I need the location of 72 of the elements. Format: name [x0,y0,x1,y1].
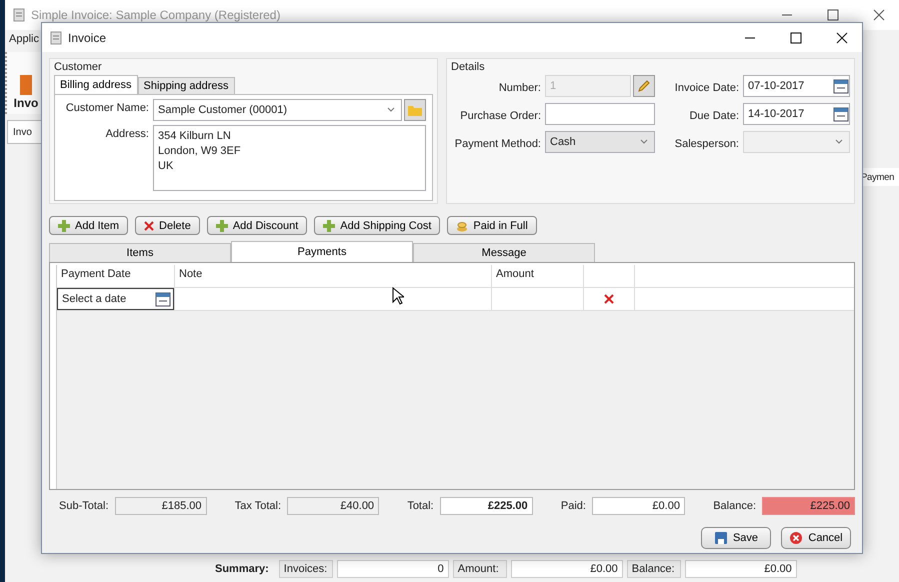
toolbar-button[interactable]: Delete [135,216,200,235]
dropdown[interactable]: Cash [545,131,655,153]
toolbar-button[interactable]: Paid in Full [447,216,537,235]
menu-item[interactable]: Applic [7,33,41,45]
text-field[interactable] [545,103,655,125]
chevron-down-icon [640,139,648,145]
address-tab[interactable]: Billing address [54,75,138,94]
plus-icon [216,220,228,232]
summary-label: Invoices: [278,560,333,578]
total-value: £225.00 [440,497,533,515]
toolbar-button[interactable]: Add Discount [206,216,308,235]
summary-value: £0.00 [510,560,623,578]
column-header: Amount [492,265,584,287]
document-icon [13,8,25,22]
group-title: Customer [54,61,103,73]
group-title: Details [451,61,486,73]
delete-icon [144,220,154,230]
field-label: Payment Method: [454,136,541,150]
folder-icon [408,104,422,116]
field-label: Due Date: [688,108,739,122]
tab[interactable]: Items [49,243,231,262]
plus-icon [323,220,336,232]
total-label: Tax Total: [234,500,282,512]
summary-label: Amount: [452,560,507,578]
column-header: Note [175,265,492,287]
calendar-icon [155,291,171,307]
total-label: Total: [407,500,434,512]
tab[interactable]: Message [413,243,595,262]
calendar-icon [833,78,849,94]
pencil-icon [637,79,651,93]
field-label: Invoice Date: [674,80,739,94]
toolbar-button[interactable]: Add Item [49,216,128,235]
total-label: Balance: [713,500,756,512]
total-value: £0.00 [592,497,685,515]
chevron-down-icon [387,107,395,113]
calendar-icon [833,106,849,122]
total-value: £225.00 [762,497,855,515]
close-icon [604,294,614,304]
address-field[interactable]: 354 Kilburn LN London, W9 3EF UK [153,125,426,191]
date-picker[interactable]: Select a date [57,288,174,310]
address-tab[interactable]: Shipping address [138,77,235,94]
field-label: Customer Name: [64,101,149,116]
field-label: Address: [104,127,149,142]
summary-heading: Summary: [215,563,269,575]
toolbar-button[interactable]: Add Shipping Cost [314,216,440,235]
save-button[interactable]: Save [701,527,771,549]
date-field[interactable]: 07-10-2017 [743,75,850,97]
number-field: 1 [545,75,631,97]
edit-button[interactable] [633,75,655,97]
document-icon [50,30,62,44]
chevron-down-icon [835,139,843,145]
summary-label: Balance: [626,560,681,578]
field-label: Purchase Order: [459,108,541,122]
plus-icon [58,220,70,232]
tab[interactable]: Payments [231,241,413,262]
date-field[interactable]: 14-10-2017 [743,103,850,125]
cancel-button[interactable]: Cancel [781,527,851,549]
window-title: Simple Invoice: Sample Company (Registered) [31,8,280,22]
total-value: £40.00 [287,497,380,515]
total-value: £185.00 [114,497,207,515]
summary-value: 0 [336,560,449,578]
customer-dropdown[interactable]: Sample Customer (00001) [153,99,402,121]
total-label: Paid: [560,500,586,512]
coins-icon [456,220,468,232]
field-label: Number: [498,80,541,94]
column-header: Payment Date [57,265,175,287]
remove-row-button[interactable] [604,294,614,304]
cancel-icon [789,531,804,545]
field-label: Salesperson: [674,136,739,150]
summary-value: £0.00 [684,560,797,578]
dialog-title: Invoice [68,30,106,44]
total-label: Sub-Total: [59,500,109,512]
